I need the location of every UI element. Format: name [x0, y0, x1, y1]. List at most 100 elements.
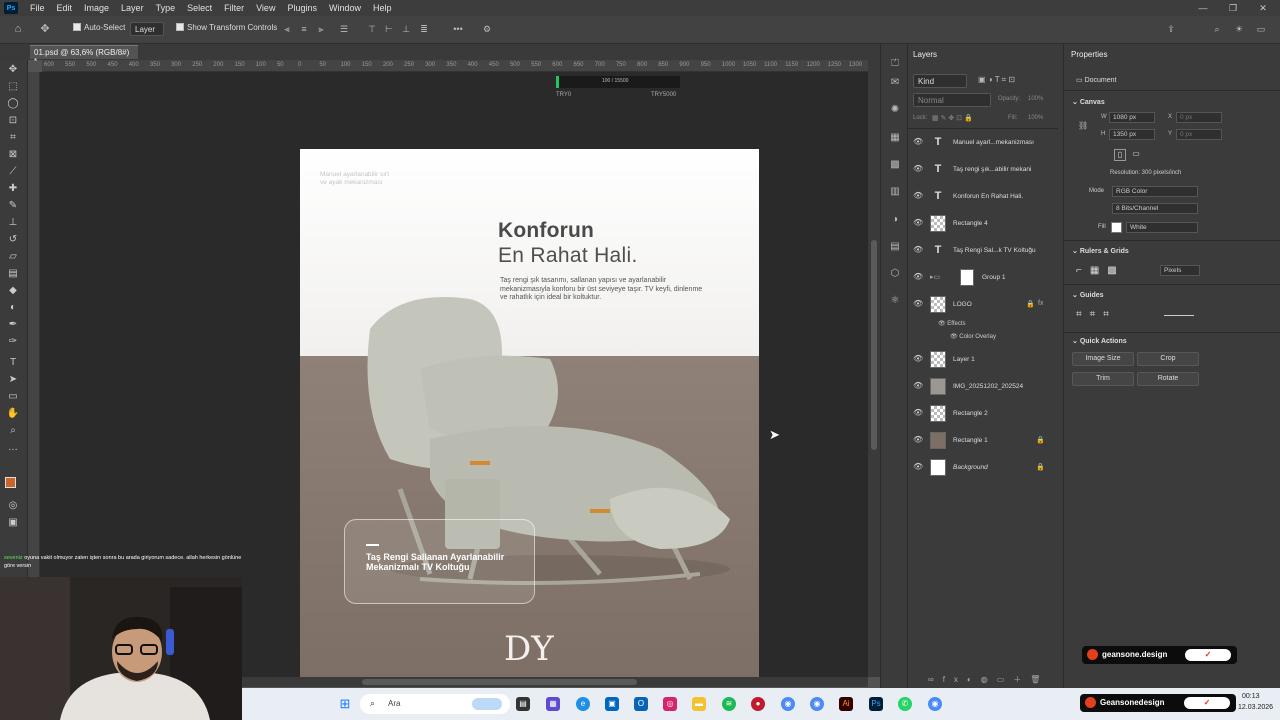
share-icon[interactable]: ⇪ [1166, 24, 1176, 34]
more-tools-icon[interactable]: … [6, 442, 20, 454]
chrome-profile-icon[interactable]: ◉ [810, 697, 824, 711]
guide-line-style-dropdown[interactable] [1164, 315, 1194, 316]
app-icon-2[interactable]: ● [751, 697, 765, 711]
color-mode-dropdown[interactable]: RGB Color [1112, 186, 1198, 197]
quick-actions-section-header[interactable]: ⌄ Quick Actions [1072, 337, 1127, 345]
frame-tool-icon[interactable]: ⊠ [6, 149, 20, 161]
menu-view[interactable]: View [250, 3, 281, 13]
swatches-icon[interactable]: ▦ [889, 132, 901, 144]
guides-section-header[interactable]: ⌄ Guides [1072, 291, 1104, 299]
fill-dropdown[interactable]: White [1126, 222, 1198, 233]
fill-value[interactable]: 100% [1028, 115, 1043, 121]
store-icon[interactable]: ▣ [605, 697, 619, 711]
menu-help[interactable]: Help [367, 3, 398, 13]
fill-color-swatch[interactable] [1111, 222, 1122, 233]
menu-select[interactable]: Select [181, 3, 218, 13]
horizontal-scroll-thumb[interactable] [362, 679, 637, 685]
marquee-tool-icon[interactable]: ⬚ [6, 81, 20, 93]
stamp-tool-icon[interactable]: ⊥ [6, 217, 20, 229]
layer-row[interactable]: 👁 Background 🔒 [908, 454, 1058, 481]
instagram-icon[interactable]: ◎ [663, 697, 677, 711]
show-transform-checkbox[interactable]: Show Transform Controls [176, 23, 277, 32]
history-icon[interactable]: ⏍ [889, 58, 901, 70]
visibility-eye-icon[interactable]: 👁 [913, 165, 923, 173]
healing-tool-icon[interactable]: ✚ [6, 183, 20, 195]
windows-start-icon[interactable]: ⊞ [338, 697, 352, 711]
channels-icon[interactable]: ⬡ [889, 268, 901, 280]
workspace-icon[interactable]: ▭ [1256, 24, 1266, 34]
menu-image[interactable]: Image [78, 3, 115, 13]
file-explorer-icon[interactable]: ▬ [692, 697, 706, 711]
visibility-eye-icon[interactable]: 👁 [913, 300, 923, 308]
align-top-icon[interactable]: ⊤ [367, 24, 377, 34]
vertical-scrollbar[interactable] [868, 60, 880, 677]
visibility-eye-icon[interactable]: 👁 [913, 192, 923, 200]
gradients-icon[interactable]: ▩ [889, 159, 901, 171]
layer-row[interactable]: 👁 Rectangle 2 [908, 400, 1058, 427]
color-icon[interactable]: ✺ [889, 104, 901, 116]
minimize-button[interactable]: — [1188, 0, 1218, 16]
photoshop-taskbar-icon[interactable]: Ps [869, 697, 883, 711]
canvas-section-header[interactable]: ⌄ Canvas [1072, 98, 1105, 106]
clock-time[interactable]: 00:13 [1242, 693, 1260, 700]
comments-icon[interactable]: ✉ [889, 77, 901, 89]
ruler-grid-icons[interactable]: ⌐▦▩ [1076, 265, 1125, 276]
search-icon[interactable]: ⌕ [1212, 24, 1222, 34]
layer-row[interactable]: 👁 Rectangle 1 🔒 [908, 427, 1058, 454]
layers-footer-icons[interactable]: ∞fx◐◍▭＋🗑 [928, 674, 1049, 685]
task-view-icon[interactable]: ▤ [516, 697, 530, 711]
visibility-eye-icon[interactable]: 👁 [913, 246, 923, 254]
discover-icon[interactable]: ☀ [1234, 24, 1244, 34]
object-select-tool-icon[interactable]: ⊡ [6, 115, 20, 127]
vertical-scroll-thumb[interactable] [871, 240, 877, 450]
clock-date[interactable]: 12.03.2026 [1238, 704, 1273, 711]
path-select-tool-icon[interactable]: ➤ [6, 374, 20, 386]
align-left-icon[interactable]: ⫷ [282, 24, 292, 34]
align-bottom-icon[interactable]: ⊥ [401, 24, 411, 34]
outlook-icon[interactable]: O [634, 697, 648, 711]
paths-icon[interactable]: ⚛ [889, 295, 901, 307]
layer-row[interactable]: 👁 ▸▭ Group 1 [908, 264, 1058, 291]
whatsapp-icon[interactable]: ✆ [898, 697, 912, 711]
layer-row[interactable]: 👁 LOGO 🔒 fx [908, 291, 1058, 318]
auto-select-checkbox[interactable]: Auto-Select [73, 23, 125, 32]
dodge-tool-icon[interactable]: ◐ [6, 302, 20, 314]
chrome-alt-icon[interactable]: ◉ [928, 697, 942, 711]
fx-icon[interactable]: fx [1038, 300, 1043, 307]
properties-panel-title[interactable]: Properties [1071, 50, 1107, 59]
crop-tool-icon[interactable]: ⌗ [6, 132, 20, 144]
home-icon[interactable]: ⌂ [13, 24, 23, 35]
maximize-button[interactable]: ❐ [1218, 0, 1248, 16]
move-tool-icon[interactable]: ✥ [40, 24, 50, 35]
align-middle-icon[interactable]: ⊢ [384, 24, 394, 34]
menu-filter[interactable]: Filter [218, 3, 250, 13]
close-button[interactable]: ✕ [1248, 0, 1278, 16]
horizontal-scrollbar[interactable] [242, 677, 868, 687]
gradient-tool-icon[interactable]: ▤ [6, 268, 20, 280]
x-field[interactable]: 0 px [1176, 112, 1222, 123]
gear-icon[interactable]: ⚙ [482, 24, 492, 34]
link-icon[interactable]: ⛓ [1078, 121, 1088, 130]
more-options-icon[interactable]: ••• [453, 24, 463, 34]
trim-button[interactable]: Trim [1072, 372, 1134, 386]
image-size-button[interactable]: Image Size [1072, 352, 1134, 366]
screen-mode-icon[interactable]: ▣ [6, 517, 20, 529]
landscape-orientation-icon[interactable]: ▭ [1130, 149, 1142, 161]
lock-icons[interactable]: ▦ ✎ ✥ ⊡ 🔒 [932, 114, 973, 122]
color-overlay-effect[interactable]: 👁 Color Overlay [950, 333, 996, 340]
blend-mode-dropdown[interactable]: Normal [913, 93, 991, 107]
foreground-color-swatch[interactable] [5, 477, 16, 488]
ruler-units-dropdown[interactable]: Pixels [1160, 265, 1200, 276]
adjustments-icon[interactable]: ◑ [889, 214, 901, 226]
portrait-orientation-icon[interactable]: ▯ [1114, 149, 1126, 161]
layer-row[interactable]: 👁 T Taş rengi şık...abilir mekani [908, 156, 1058, 183]
filter-icons[interactable]: ▣ ◑ T ⌗ ⊡ [978, 75, 1015, 85]
hand-tool-icon[interactable]: ✋ [6, 408, 20, 420]
layer-row[interactable]: 👁 T Taş Rengi Sal...k TV Koltuğu [908, 237, 1058, 264]
blur-tool-icon[interactable]: ◆ [6, 285, 20, 297]
guides-icons[interactable]: ⌗⌗⌗ [1076, 309, 1117, 320]
chrome-icon[interactable]: ◉ [781, 697, 795, 711]
menu-layer[interactable]: Layer [115, 3, 150, 13]
width-field[interactable]: 1080 px [1109, 112, 1155, 123]
visibility-eye-icon[interactable]: 👁 [913, 436, 923, 444]
